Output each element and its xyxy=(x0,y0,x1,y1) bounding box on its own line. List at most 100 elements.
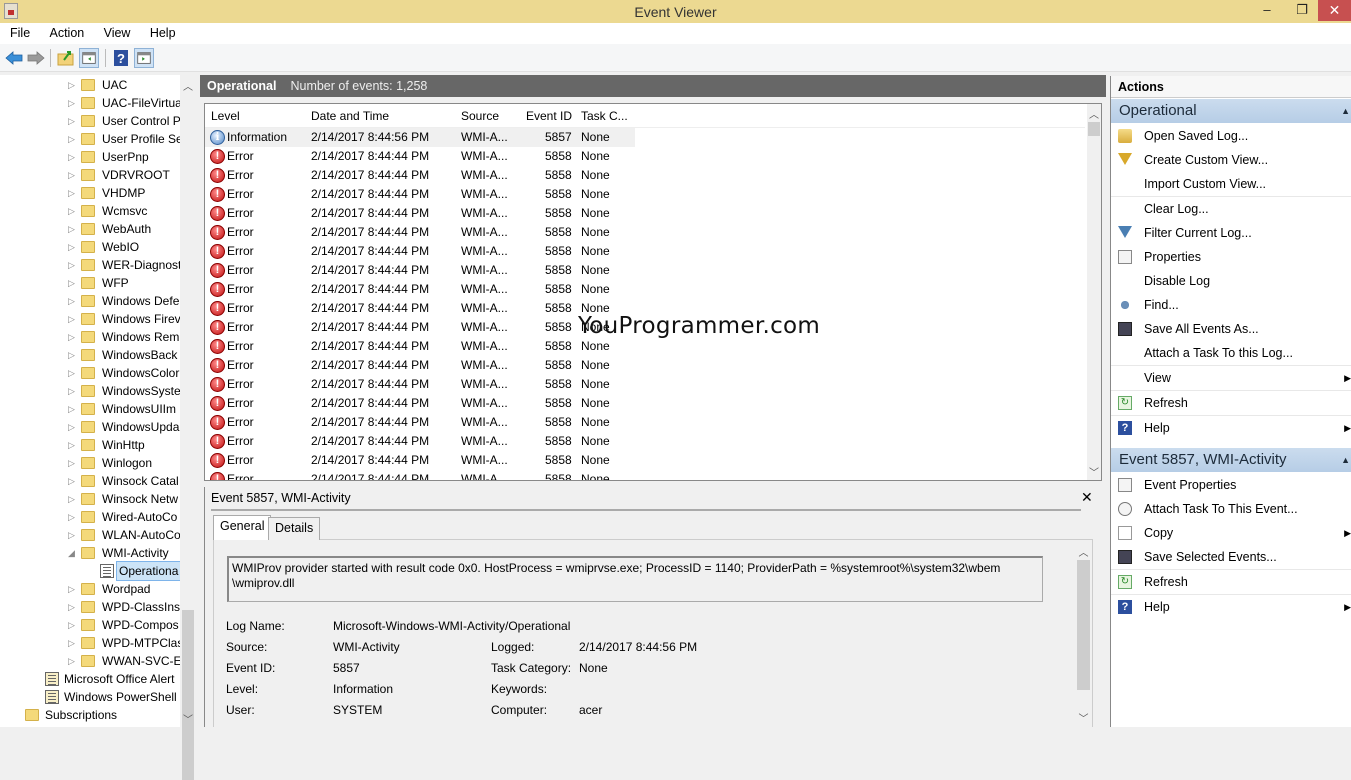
tree-item-folder[interactable]: ▷ Windows Defe xyxy=(0,292,180,310)
action-event-properties[interactable]: Event Properties xyxy=(1111,473,1351,497)
tab-details[interactable]: Details xyxy=(268,517,321,540)
tree-scrollbar[interactable]: ︿ ﹀ xyxy=(180,75,196,780)
close-button[interactable]: ✕ xyxy=(1318,0,1351,21)
table-row[interactable]: ! Error 2/14/2017 8:44:44 PM WMI-A... 5858 No… xyxy=(205,166,635,185)
collapsed-arrow-icon[interactable]: ▷ xyxy=(68,382,76,400)
tree-item-subscriptions[interactable]: Subscriptions xyxy=(0,706,180,724)
tree-item-folder[interactable]: ▷ User Control P xyxy=(0,112,181,130)
action-properties[interactable]: Properties xyxy=(1111,245,1351,269)
tree-item-folder[interactable]: ▷ WPD-Compos xyxy=(0,616,180,634)
collapsed-arrow-icon[interactable]: ▷ xyxy=(68,184,76,202)
table-row[interactable]: ! Error 2/14/2017 8:44:44 PM WMI-A... 5858 No… xyxy=(205,204,635,223)
collapsed-arrow-icon[interactable]: ▷ xyxy=(68,166,76,184)
table-row[interactable]: ! Error 2/14/2017 8:44:44 PM WMI-A... 5858 No… xyxy=(205,318,635,337)
tree-item-log[interactable]: Windows PowerShell xyxy=(0,688,180,706)
table-row[interactable]: ! Error 2/14/2017 8:44:44 PM WMI-A... 5858 No… xyxy=(205,185,635,204)
tree-item-operational[interactable]: Operationa xyxy=(0,561,182,581)
tree-item-folder[interactable]: ▷ Winsock Netw xyxy=(0,490,180,508)
table-row[interactable]: ! Error 2/14/2017 8:44:44 PM WMI-A... 5858 No… xyxy=(205,451,635,470)
collapsed-arrow-icon[interactable]: ▷ xyxy=(68,238,76,256)
tree-item-folder[interactable]: ▷ WindowsBack xyxy=(0,346,180,364)
action-open-saved-log[interactable]: Open Saved Log... xyxy=(1111,124,1351,148)
actions-section-header[interactable]: Event 5857, WMI-Activity ▲ xyxy=(1111,448,1351,472)
scroll-down-icon[interactable]: ﹀ xyxy=(180,711,196,726)
collapsed-arrow-icon[interactable]: ▷ xyxy=(68,598,76,616)
tree-item-folder[interactable]: ▷ WebIO xyxy=(0,238,180,256)
up-folder-icon[interactable] xyxy=(56,48,76,68)
event-message-box[interactable]: WMIProv provider started with result cod… xyxy=(227,556,1043,602)
collapsed-arrow-icon[interactable]: ▷ xyxy=(68,436,76,454)
actions-section-header[interactable]: Operational ▲ xyxy=(1111,99,1351,123)
action-help[interactable]: ? Help ▶ xyxy=(1111,595,1351,619)
menu-view[interactable]: View xyxy=(104,23,131,40)
show-hide-console-tree-icon[interactable] xyxy=(79,48,99,68)
detail-scroll-thumb[interactable] xyxy=(1077,560,1090,690)
action-attach-a-task-to-this-log[interactable]: Attach a Task To this Log... xyxy=(1111,341,1351,365)
collapsed-arrow-icon[interactable]: ▷ xyxy=(68,94,76,112)
collapsed-arrow-icon[interactable]: ▷ xyxy=(68,202,76,220)
tree-item-folder[interactable]: ◢ WMI-Activity xyxy=(0,544,180,562)
tree-item-folder[interactable]: ▷ WindowsColor xyxy=(0,364,180,382)
column-task-category[interactable]: Task C... xyxy=(581,109,628,123)
collapsed-arrow-icon[interactable]: ▷ xyxy=(68,454,76,472)
table-row[interactable]: ! Error 2/14/2017 8:44:44 PM WMI-A... 5858 No… xyxy=(205,242,635,261)
table-row[interactable]: ! Error 2/14/2017 8:44:44 PM WMI-A... 5858 No… xyxy=(205,432,635,451)
tree-item-folder[interactable]: ▷ UAC-FileVirtua xyxy=(0,94,182,112)
collapse-caret-icon[interactable]: ▲ xyxy=(1341,99,1350,123)
grid-scroll-thumb[interactable] xyxy=(1088,122,1100,136)
action-attach-task-to-this-event[interactable]: Attach Task To This Event... xyxy=(1111,497,1351,521)
tree-item-folder[interactable]: ▷ Wired-AutoCo xyxy=(0,508,180,526)
collapsed-arrow-icon[interactable]: ▷ xyxy=(68,526,76,544)
tree-item-log[interactable]: Microsoft Office Alert xyxy=(0,670,180,688)
collapsed-arrow-icon[interactable]: ▷ xyxy=(68,220,76,238)
tree-item-folder[interactable]: ▷ UAC xyxy=(0,76,180,94)
table-row[interactable]: ! Error 2/14/2017 8:44:44 PM WMI-A... 5858 No… xyxy=(205,337,635,356)
collapsed-arrow-icon[interactable]: ▷ xyxy=(68,76,76,94)
scroll-up-icon[interactable]: ︿ xyxy=(180,78,196,93)
action-clear-log[interactable]: Clear Log... xyxy=(1111,197,1351,221)
column-date-time[interactable]: Date and Time xyxy=(311,109,389,123)
expanded-arrow-icon[interactable]: ◢ xyxy=(68,544,76,562)
action-refresh[interactable]: ↻ Refresh xyxy=(1111,391,1351,415)
detail-scrollbar[interactable]: ︿ ﹀ xyxy=(1076,542,1091,727)
minimize-button[interactable]: – xyxy=(1250,0,1284,21)
action-help[interactable]: ? Help ▶ xyxy=(1111,416,1351,440)
scroll-up-icon[interactable]: ︿ xyxy=(1087,106,1101,121)
tree-item-folder[interactable]: ▷ Winlogon xyxy=(0,454,180,472)
column-event-id[interactable]: Event ID xyxy=(526,109,572,123)
tree-item-folder[interactable]: ▷ WWAN-SVC-E xyxy=(0,652,182,670)
tree-item-folder[interactable]: ▷ WPD-MTPClas xyxy=(0,634,183,652)
column-level[interactable]: Level xyxy=(211,109,240,123)
collapsed-arrow-icon[interactable]: ▷ xyxy=(68,580,76,598)
tree-scroll-thumb[interactable] xyxy=(182,610,194,780)
table-row[interactable]: ! Error 2/14/2017 8:44:44 PM WMI-A... 5858 No… xyxy=(205,413,635,432)
tree-item-folder[interactable]: ▷ WinHttp xyxy=(0,436,180,454)
back-arrow-icon[interactable] xyxy=(4,48,24,68)
table-row[interactable]: ! Error 2/14/2017 8:44:44 PM WMI-A... 5858 No… xyxy=(205,394,635,413)
collapsed-arrow-icon[interactable]: ▷ xyxy=(68,490,76,508)
scroll-down-icon[interactable]: ﹀ xyxy=(1076,710,1091,725)
tree-item-folder[interactable]: ▷ Windows Firev xyxy=(0,310,181,328)
action-filter-current-log[interactable]: Filter Current Log... xyxy=(1111,221,1351,245)
tree-item-folder[interactable]: ▷ Windows Rem xyxy=(0,328,180,346)
collapsed-arrow-icon[interactable]: ▷ xyxy=(68,346,76,364)
collapsed-arrow-icon[interactable]: ▷ xyxy=(68,148,76,166)
tree-item-folder[interactable]: ▷ VDRVROOT xyxy=(0,166,180,184)
collapse-caret-icon[interactable]: ▲ xyxy=(1341,448,1350,472)
tree-item-folder[interactable]: ▷ WFP xyxy=(0,274,180,292)
collapsed-arrow-icon[interactable]: ▷ xyxy=(68,274,76,292)
table-row[interactable]: ! Error 2/14/2017 8:44:44 PM WMI-A... 5858 No… xyxy=(205,147,635,166)
action-refresh[interactable]: ↻ Refresh xyxy=(1111,570,1351,594)
action-copy[interactable]: Copy ▶ xyxy=(1111,521,1351,545)
tree-item-folder[interactable]: ▷ VHDMP xyxy=(0,184,180,202)
tree-item-folder[interactable]: ▷ WindowsUpda xyxy=(0,418,180,436)
table-row[interactable]: ! Error 2/14/2017 8:44:44 PM WMI-A... 5858 No… xyxy=(205,299,635,318)
action-view[interactable]: View ▶ xyxy=(1111,366,1351,390)
tab-general[interactable]: General xyxy=(213,515,272,540)
close-detail-icon[interactable]: ✕ xyxy=(1081,489,1093,506)
collapsed-arrow-icon[interactable]: ▷ xyxy=(68,418,76,436)
scroll-down-icon[interactable]: ﹀ xyxy=(1087,464,1101,479)
action-save-all-events-as[interactable]: Save All Events As... xyxy=(1111,317,1351,341)
forward-arrow-icon[interactable] xyxy=(26,48,46,68)
action-disable-log[interactable]: Disable Log xyxy=(1111,269,1351,293)
